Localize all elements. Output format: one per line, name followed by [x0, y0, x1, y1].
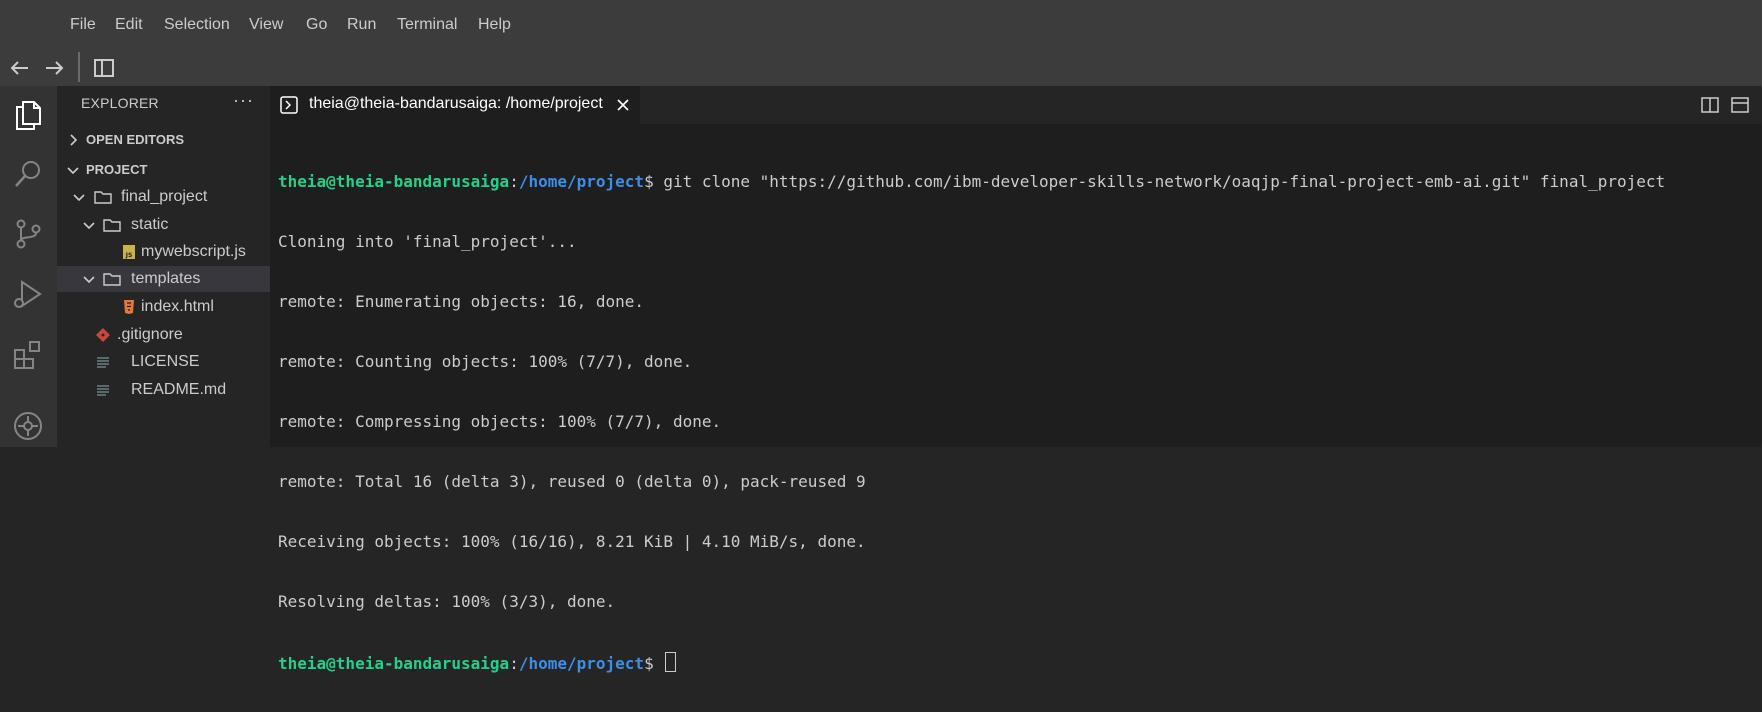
- activity-bar: [0, 86, 57, 447]
- tree-file-gitignore[interactable]: .gitignore: [57, 322, 270, 348]
- menu-view[interactable]: View: [249, 15, 283, 35]
- tree-label: final_project: [121, 188, 208, 205]
- html-file-icon: [124, 300, 134, 314]
- tab-label: theia@theia-bandarusaiga: /home/project: [309, 95, 603, 112]
- terminal-command-line: theia@theia-bandarusaiga:/home/project$ …: [278, 172, 1665, 192]
- split-editor-icon[interactable]: [1700, 95, 1720, 115]
- tree-file-mywebscript-js[interactable]: JS mywebscript.js: [57, 239, 270, 265]
- text-file-icon: [97, 385, 109, 396]
- terminal-output-line: remote: Counting objects: 100% (7/7), do…: [278, 352, 693, 371]
- menu-run[interactable]: Run: [347, 15, 376, 35]
- prompt-path: /home/project: [518, 172, 645, 191]
- tree-label: .gitignore: [117, 326, 183, 343]
- prompt-path: /home/project: [518, 654, 645, 673]
- terminal-prompt-line: theia@theia-bandarusaiga:/home/project$: [278, 652, 1665, 673]
- folder-icon: [103, 273, 121, 286]
- javascript-file-icon: JS: [123, 245, 135, 259]
- chevron-down-icon: [83, 222, 95, 230]
- terminal-output-line: Cloning into 'final_project'...: [278, 232, 577, 251]
- terminal-output-line: remote: Compressing objects: 100% (7/7),…: [278, 412, 722, 431]
- terminal-output-line: Receiving objects: 100% (16/16), 8.21 Ki…: [278, 532, 866, 551]
- terminal-output: theia@theia-bandarusaiga:/home/project$ …: [278, 132, 1665, 712]
- prompt-end: $: [644, 654, 664, 673]
- section-open-editors[interactable]: OPEN EDITORS: [57, 128, 270, 152]
- tree-label: mywebscript.js: [141, 243, 246, 260]
- arrow-left-icon[interactable]: [6, 54, 34, 82]
- search-icon[interactable]: [10, 156, 46, 192]
- prompt-user: theia@theia-bandarusaiga: [278, 172, 510, 191]
- prompt-separator: :: [509, 654, 519, 673]
- terminal-output-line: Resolving deltas: 100% (3/3), done.: [278, 592, 616, 611]
- editor-tab-bar: theia@theia-bandarusaiga: /home/project: [270, 86, 1762, 124]
- menu-terminal[interactable]: Terminal: [397, 15, 457, 35]
- tree-label: static: [131, 216, 169, 233]
- explorer-title: EXPLORER: [81, 95, 159, 111]
- text-file-icon: [97, 357, 109, 368]
- close-icon[interactable]: [616, 98, 630, 112]
- menu-help[interactable]: Help: [478, 15, 511, 35]
- source-control-icon[interactable]: [10, 216, 46, 252]
- toggle-bottom-panel-icon[interactable]: [1730, 95, 1750, 115]
- terminal-command: git clone "https://github.com/ibm-develo…: [663, 172, 1666, 191]
- git-file-icon: [96, 328, 110, 342]
- section-label: PROJECT: [86, 162, 148, 177]
- chevron-down-icon: [73, 194, 85, 202]
- run-debug-icon[interactable]: [10, 276, 46, 312]
- terminal-output-line: remote: Total 16 (delta 3), reused 0 (de…: [278, 472, 866, 491]
- menu-edit[interactable]: Edit: [115, 15, 143, 35]
- prompt-user: theia@theia-bandarusaiga: [278, 654, 510, 673]
- prompt-end: $: [644, 172, 664, 191]
- menu-file[interactable]: File: [70, 15, 96, 35]
- tree-file-index-html[interactable]: index.html: [57, 294, 270, 320]
- toggle-panel-icon[interactable]: [90, 54, 118, 82]
- section-label: OPEN EDITORS: [86, 132, 185, 147]
- toolbar: [0, 48, 1762, 86]
- chevron-right-icon: [70, 134, 78, 146]
- tree-file-readme[interactable]: README.md: [57, 377, 270, 403]
- folder-icon: [103, 219, 121, 232]
- explorer-sidebar: EXPLORER ··· OPEN EDITORS PROJECT final_…: [57, 86, 270, 447]
- more-actions-icon[interactable]: ···: [233, 90, 254, 111]
- terminal-cursor[interactable]: [665, 652, 677, 672]
- arrow-right-icon[interactable]: [40, 54, 68, 82]
- tree-label: LICENSE: [131, 353, 200, 370]
- extensions-icon[interactable]: [10, 336, 46, 372]
- terminal-output-line: remote: Enumerating objects: 16, done.: [278, 292, 645, 311]
- menu-go[interactable]: Go: [306, 15, 327, 35]
- terminal-tab[interactable]: theia@theia-bandarusaiga: /home/project: [270, 86, 640, 124]
- tree-file-license[interactable]: LICENSE: [57, 349, 270, 375]
- section-project[interactable]: PROJECT: [57, 158, 270, 182]
- files-icon[interactable]: [10, 96, 46, 132]
- tree-label: templates: [131, 270, 201, 287]
- tree-label: index.html: [141, 298, 214, 315]
- terminal-icon: [280, 96, 298, 114]
- menu-bar: File Edit Selection View Go Run Terminal…: [0, 0, 1762, 48]
- chevron-down-icon: [67, 167, 79, 175]
- tree-folder-final-project[interactable]: final_project: [57, 184, 270, 210]
- chevron-down-icon: [83, 276, 95, 284]
- terminal-panel[interactable]: theia@theia-bandarusaiga:/home/project$ …: [270, 124, 1762, 673]
- toolbar-separator: [78, 52, 80, 82]
- prompt-separator: :: [509, 172, 519, 191]
- menu-selection[interactable]: Selection: [164, 15, 230, 35]
- cloud-icon[interactable]: [10, 408, 46, 444]
- folder-icon: [94, 191, 112, 204]
- svg-text:JS: JS: [125, 252, 133, 259]
- tree-label: README.md: [131, 381, 227, 398]
- tree-folder-templates[interactable]: templates: [57, 266, 270, 292]
- tree-folder-static[interactable]: static: [57, 212, 270, 238]
